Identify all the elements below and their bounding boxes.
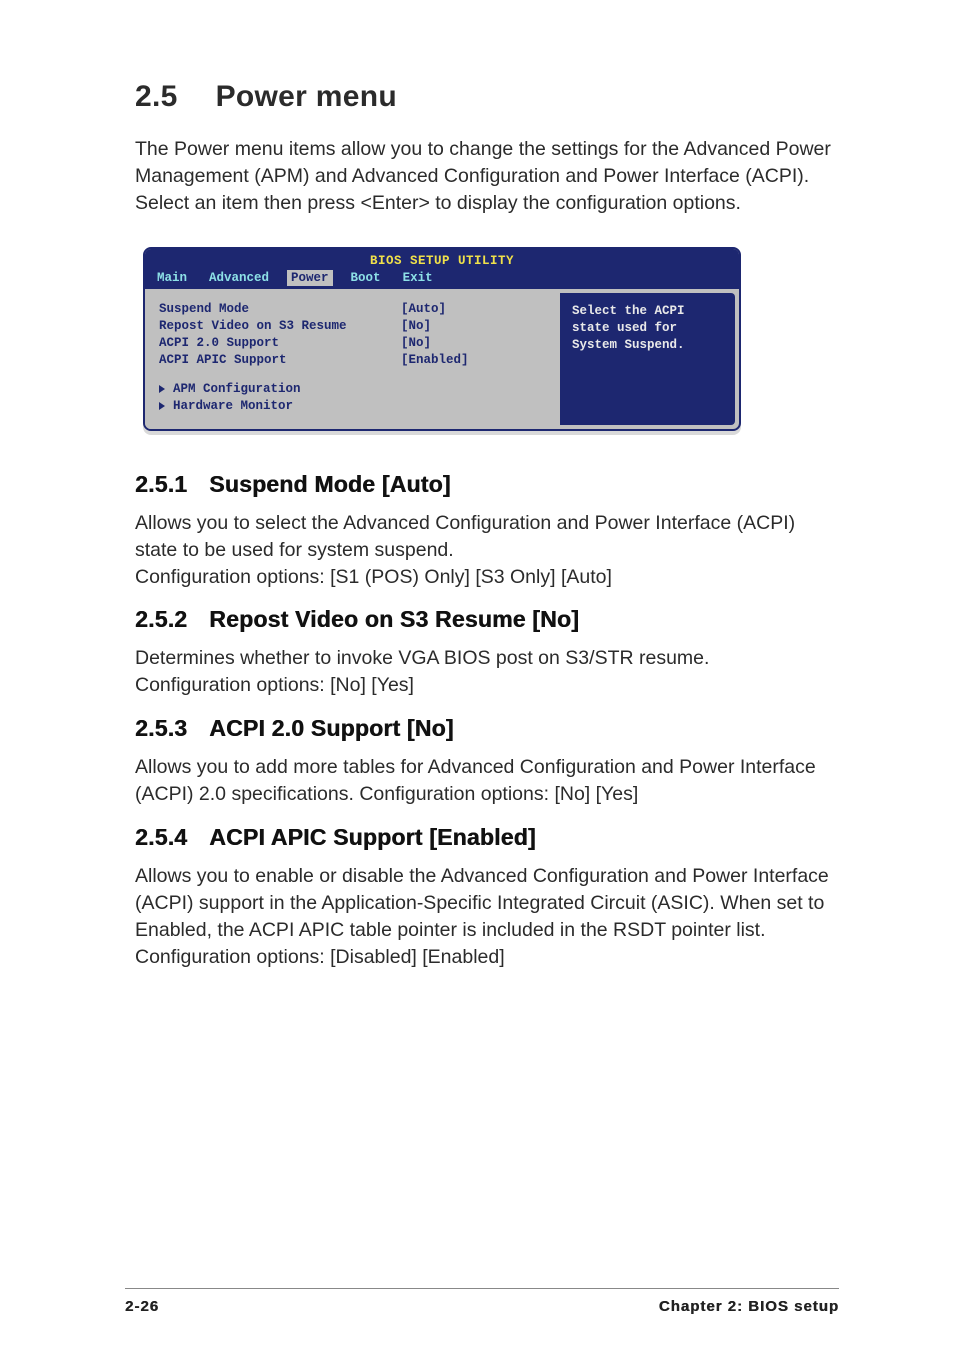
bios-left-panel: Suspend Mode [Auto] Repost Video on S3 R… <box>145 289 560 428</box>
subsection-heading: 2.5.2 Repost Video on S3 Resume [No] <box>135 606 839 633</box>
bios-item-label: Repost Video on S3 Resume <box>159 318 401 335</box>
footer-rule <box>125 1288 839 1289</box>
bios-item-value: [No] <box>401 335 431 352</box>
triangle-right-icon <box>159 402 165 410</box>
bios-tab-exit[interactable]: Exit <box>399 270 437 287</box>
subsection-heading: 2.5.1 Suspend Mode [Auto] <box>135 471 839 498</box>
bios-title: BIOS SETUP UTILITY <box>145 249 739 270</box>
subsection-number: 2.5.1 <box>135 471 187 498</box>
bios-submenu[interactable]: APM Configuration <box>159 381 548 398</box>
bios-tab-main[interactable]: Main <box>153 270 191 287</box>
subsection-heading: 2.5.3 ACPI 2.0 Support [No] <box>135 715 839 742</box>
bios-body: Suspend Mode [Auto] Repost Video on S3 R… <box>145 289 739 428</box>
subsection-body: Allows you to select the Advanced Config… <box>135 510 839 591</box>
page-footer: 2-26 Chapter 2: BIOS setup <box>125 1298 839 1315</box>
chapter-label: Chapter 2: BIOS setup <box>659 1298 839 1315</box>
bios-item-label: ACPI 2.0 Support <box>159 335 401 352</box>
section-title: Power menu <box>216 80 397 113</box>
bios-submenu-label: APM Configuration <box>173 381 301 398</box>
bios-item-label: ACPI APIC Support <box>159 352 401 369</box>
bios-help-panel: Select the ACPI state used for System Su… <box>560 293 735 424</box>
bios-item[interactable]: Suspend Mode [Auto] <box>159 301 548 318</box>
subsection-number: 2.5.4 <box>135 824 187 851</box>
subsection-body: Determines whether to invoke VGA BIOS po… <box>135 645 839 699</box>
bios-submenu[interactable]: Hardware Monitor <box>159 398 548 415</box>
bios-item-value: [No] <box>401 318 431 335</box>
subsection-title: Repost Video on S3 Resume [No] <box>209 606 579 632</box>
section-heading: 2.5 Power menu <box>135 80 839 114</box>
bios-item[interactable]: ACPI APIC Support [Enabled] <box>159 352 548 369</box>
triangle-right-icon <box>159 385 165 393</box>
subsection-number: 2.5.3 <box>135 715 187 742</box>
bios-submenu-block: APM Configuration Hardware Monitor <box>159 381 548 415</box>
bios-item-value: [Auto] <box>401 301 446 318</box>
section-number: 2.5 <box>135 80 178 114</box>
bios-tab-row: Main Advanced Power Boot Exit <box>145 270 739 290</box>
subsection-title: ACPI 2.0 Support [No] <box>209 715 453 741</box>
intro-paragraph: The Power menu items allow you to change… <box>135 136 839 217</box>
bios-submenu-label: Hardware Monitor <box>173 398 293 415</box>
subsection-title: ACPI APIC Support [Enabled] <box>209 824 536 850</box>
bios-item[interactable]: ACPI 2.0 Support [No] <box>159 335 548 352</box>
subsection-number: 2.5.2 <box>135 606 187 633</box>
bios-tab-advanced[interactable]: Advanced <box>205 270 273 287</box>
subsection-title: Suspend Mode [Auto] <box>209 471 450 497</box>
bios-item-value: [Enabled] <box>401 352 469 369</box>
bios-item[interactable]: Repost Video on S3 Resume [No] <box>159 318 548 335</box>
bios-item-label: Suspend Mode <box>159 301 401 318</box>
subsection-body: Allows you to enable or disable the Adva… <box>135 863 839 971</box>
subsection-body: Allows you to add more tables for Advanc… <box>135 754 839 808</box>
bios-screenshot: BIOS SETUP UTILITY Main Advanced Power B… <box>143 247 741 431</box>
bios-tab-power[interactable]: Power <box>287 270 333 287</box>
bios-tab-boot[interactable]: Boot <box>347 270 385 287</box>
subsection-heading: 2.5.4 ACPI APIC Support [Enabled] <box>135 824 839 851</box>
page-number: 2-26 <box>125 1298 159 1315</box>
